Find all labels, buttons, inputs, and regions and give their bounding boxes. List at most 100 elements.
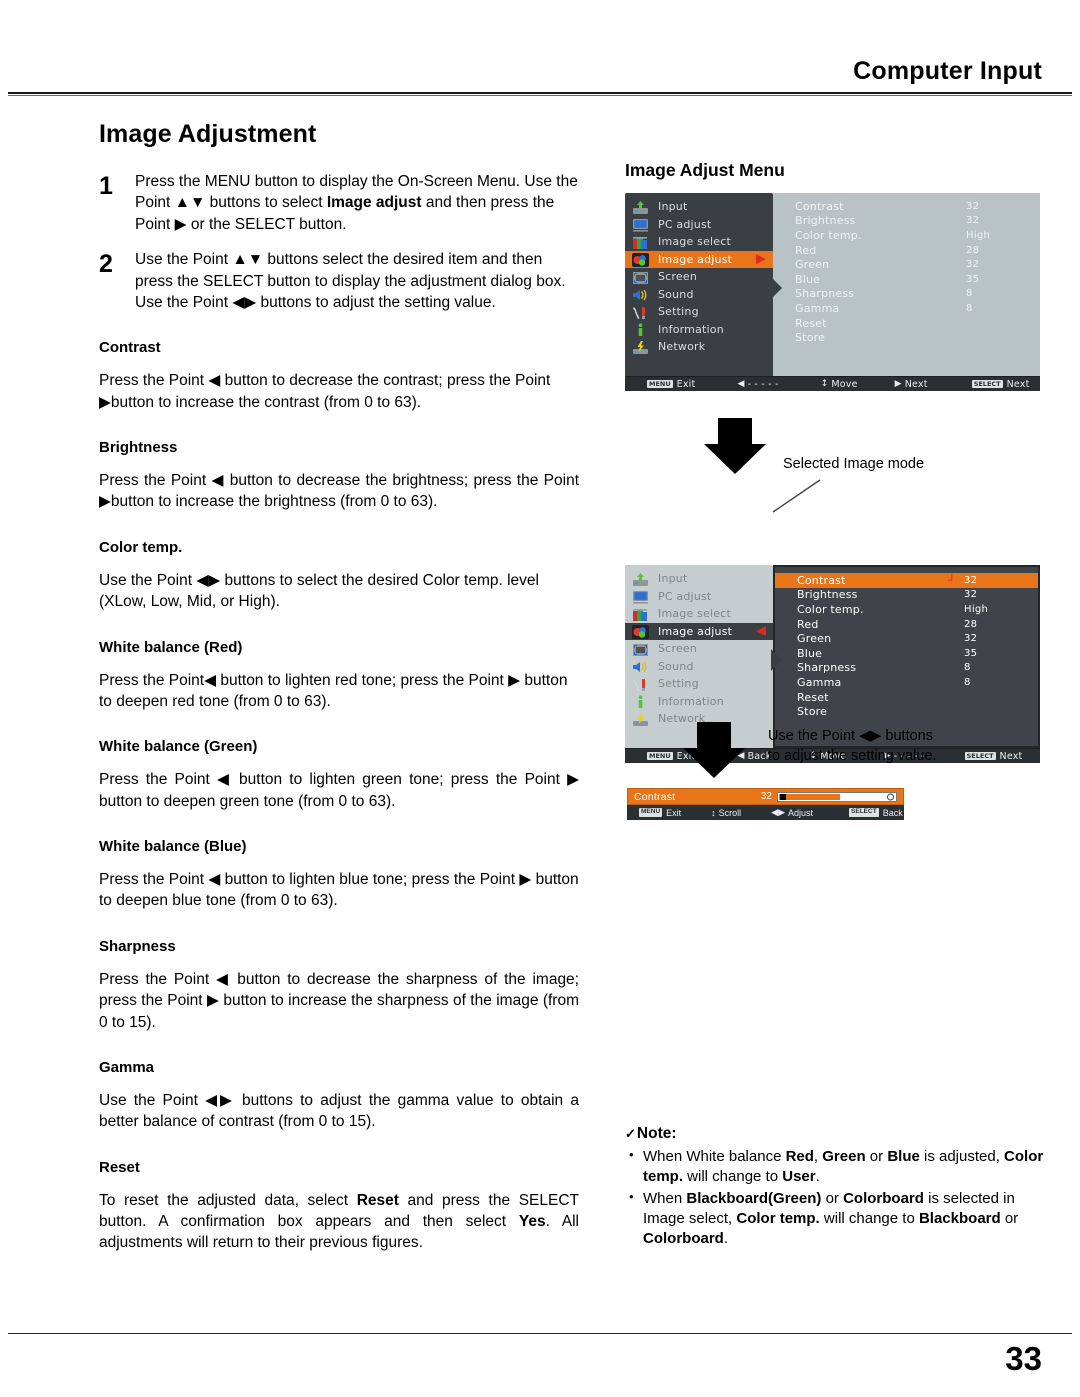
sidebar-item-label: Sound [658, 659, 694, 673]
sidebar-item-input[interactable]: Input [625, 570, 773, 588]
direction-glyph-icon: ◀ [737, 379, 745, 389]
tools-icon [632, 677, 649, 691]
sidebar-item-image-select[interactable]: Image select [625, 605, 773, 623]
speaker-icon [632, 287, 649, 301]
sidebar-item-image-adjust[interactable]: Image adjust ▶ [625, 250, 773, 268]
menu-row-contrast[interactable]: Contrast ┘ 32 [775, 573, 1038, 588]
enter-mark-icon: ┘ [948, 573, 955, 587]
direction-glyph-icon: ↕ [820, 379, 829, 389]
osd-itemlist-1[interactable]: Contrast 32 Brightness 32 Color temp. High Red… [773, 193, 1040, 376]
menu-row-label: Store [797, 705, 828, 719]
section-heading: Reset [99, 1158, 140, 1176]
menu-row-label: Red [797, 617, 819, 631]
menu-row-contrast[interactable]: Contrast 32 [773, 199, 1040, 214]
callout-adjust-instruction: Use the Point ◀▶ buttons to adjust the s… [768, 728, 937, 764]
note-items: When White balance Red, Green or Blue is… [625, 1146, 1045, 1250]
menu-row-label: Sharpness [797, 661, 857, 675]
sidebar-item-screen[interactable]: Screen [625, 640, 773, 658]
menu-row-value: 32 [964, 589, 978, 601]
sidebar-item-setting[interactable]: Setting [625, 675, 773, 693]
steps-list: 1 Press the MENU button to display the On… [99, 171, 579, 313]
menu-row-value: 32 [964, 633, 978, 645]
image-select-icon [632, 235, 649, 249]
sidebar-item-label: Setting [658, 305, 699, 319]
menu-row-gamma[interactable]: Gamma 8 [775, 675, 1038, 690]
contrast-slider-row[interactable]: Contrast 32 [627, 788, 904, 805]
menu-row-green[interactable]: Green 32 [773, 257, 1040, 272]
sidebar-item-information[interactable]: Information [625, 321, 773, 339]
section-heading: Sharpness [99, 937, 176, 955]
menu-row-color-temp-[interactable]: Color temp. High [775, 602, 1038, 617]
menu-row-value: 8 [964, 676, 971, 688]
monitor-icon [632, 217, 649, 232]
sidebar-item-network[interactable]: Network [625, 338, 773, 356]
statusbar-cell--: ◀ - - - - - [737, 379, 778, 390]
menu-row-reset[interactable]: Reset [775, 690, 1038, 705]
menu-row-reset[interactable]: Reset [773, 316, 1040, 331]
menu-row-brightness[interactable]: Brightness 32 [775, 588, 1038, 603]
osd-sidebar-2[interactable]: Input PC adjust Image select Image adjust ◀ S… [625, 565, 773, 748]
direction-glyph-icon: ◀▶ [771, 807, 786, 817]
menu-row-store[interactable]: Store [775, 704, 1038, 719]
osd-menu-panel-1[interactable]: Input PC adjust Image select Image adjust ▶ S… [625, 193, 1040, 391]
note-item: When Blackboard(Green) or Colorboard is … [625, 1188, 1045, 1250]
osd-sidebar-1[interactable]: Input PC adjust Image select Image adjust ▶ S… [625, 193, 773, 376]
right-column: Image Adjust Menu Input PC adjust Image se… [625, 160, 1040, 820]
menu-row-sharpness[interactable]: Sharpness 8 [773, 287, 1040, 302]
network-icon [632, 712, 649, 726]
manual-page: Computer Input Image Adjustment 1 Press t… [0, 0, 1080, 1397]
statusbar-cell-label: Next [1006, 378, 1030, 390]
contrast-dialog-statusbar: MENU Exit ↕ Scroll ◀▶ Adjust SELECT Back [627, 805, 904, 820]
sidebar-item-image-select[interactable]: Image select [625, 233, 773, 251]
menu-row-red[interactable]: Red 28 [775, 617, 1038, 632]
sidebar-item-pc-adjust[interactable]: PC adjust [625, 216, 773, 234]
statusbar-cell-exit: MENU Exit [647, 379, 695, 390]
contrast-adjust-dialog[interactable]: Contrast 32 MENU Exit ↕ Scroll ◀▶ Adjust SELEC… [627, 788, 904, 820]
sidebar-item-image-adjust[interactable]: Image adjust ◀ [625, 622, 773, 640]
sidebar-item-label: PC adjust [658, 589, 712, 603]
sidebar-item-label: Information [658, 694, 724, 708]
section-text: Use the Point ◀▶ buttons to select the d… [99, 571, 539, 611]
osd-itemlist-2[interactable]: Contrast ┘ 32 Brightness 32 Color temp. High Re… [773, 565, 1040, 748]
statusbar-cell-label: Back [882, 807, 903, 818]
menu-row-label: Contrast [795, 199, 844, 213]
sidebar-item-pc-adjust[interactable]: PC adjust [625, 588, 773, 606]
menu-row-green[interactable]: Green 32 [775, 631, 1038, 646]
menu-row-label: Color temp. [797, 602, 864, 616]
sidebar-item-setting[interactable]: Setting [625, 303, 773, 321]
sidebar-notch [771, 649, 782, 671]
sidebar-notch [771, 277, 782, 299]
screen-icon [632, 642, 649, 656]
menu-row-blue[interactable]: Blue 35 [775, 646, 1038, 661]
note-heading: ✓Note: [625, 1125, 1045, 1143]
menu-row-store[interactable]: Store [773, 330, 1040, 345]
menu-row-label: Sharpness [795, 287, 855, 301]
sections-list: Contrast Press the Point ◀ button to decr… [99, 339, 579, 1254]
section-heading: Color temp. [99, 538, 183, 556]
sidebar-item-sound[interactable]: Sound [625, 286, 773, 304]
contrast-slider-track[interactable] [777, 791, 897, 802]
statusbar-cell-label: Move [831, 378, 858, 390]
menu-row-color-temp-[interactable]: Color temp. High [773, 228, 1040, 243]
sidebar-item-input[interactable]: Input [625, 198, 773, 216]
menu-row-red[interactable]: Red 28 [773, 243, 1040, 258]
menu-row-gamma[interactable]: Gamma 8 [773, 301, 1040, 316]
screen-icon [632, 270, 649, 284]
menu-row-brightness[interactable]: Brightness 32 [773, 214, 1040, 229]
osd-figure-title: Image Adjust Menu [625, 160, 785, 180]
section-heading: Gamma [99, 1058, 155, 1076]
sidebar-item-screen[interactable]: Screen [625, 268, 773, 286]
sidebar-item-label: Setting [658, 677, 699, 691]
section-heading: White balance (Green) [99, 738, 258, 756]
section-text: Press the Point ◀ button to decrease the… [99, 372, 551, 411]
sidebar-item-information[interactable]: Information [625, 693, 773, 711]
contrast-slider-knob[interactable] [780, 793, 786, 800]
statusbar-cell-label: Adjust [788, 807, 814, 818]
menu-row-blue[interactable]: Blue 35 [773, 272, 1040, 287]
keycap-menu: MENU [647, 751, 673, 761]
keycap-menu: MENU [639, 808, 663, 817]
section-text: Press the Point◀ button to lighten red t… [99, 671, 568, 710]
sidebar-item-sound[interactable]: Sound [625, 658, 773, 676]
sidebar-item-label: Image select [658, 235, 732, 249]
menu-row-sharpness[interactable]: Sharpness 8 [775, 661, 1038, 676]
